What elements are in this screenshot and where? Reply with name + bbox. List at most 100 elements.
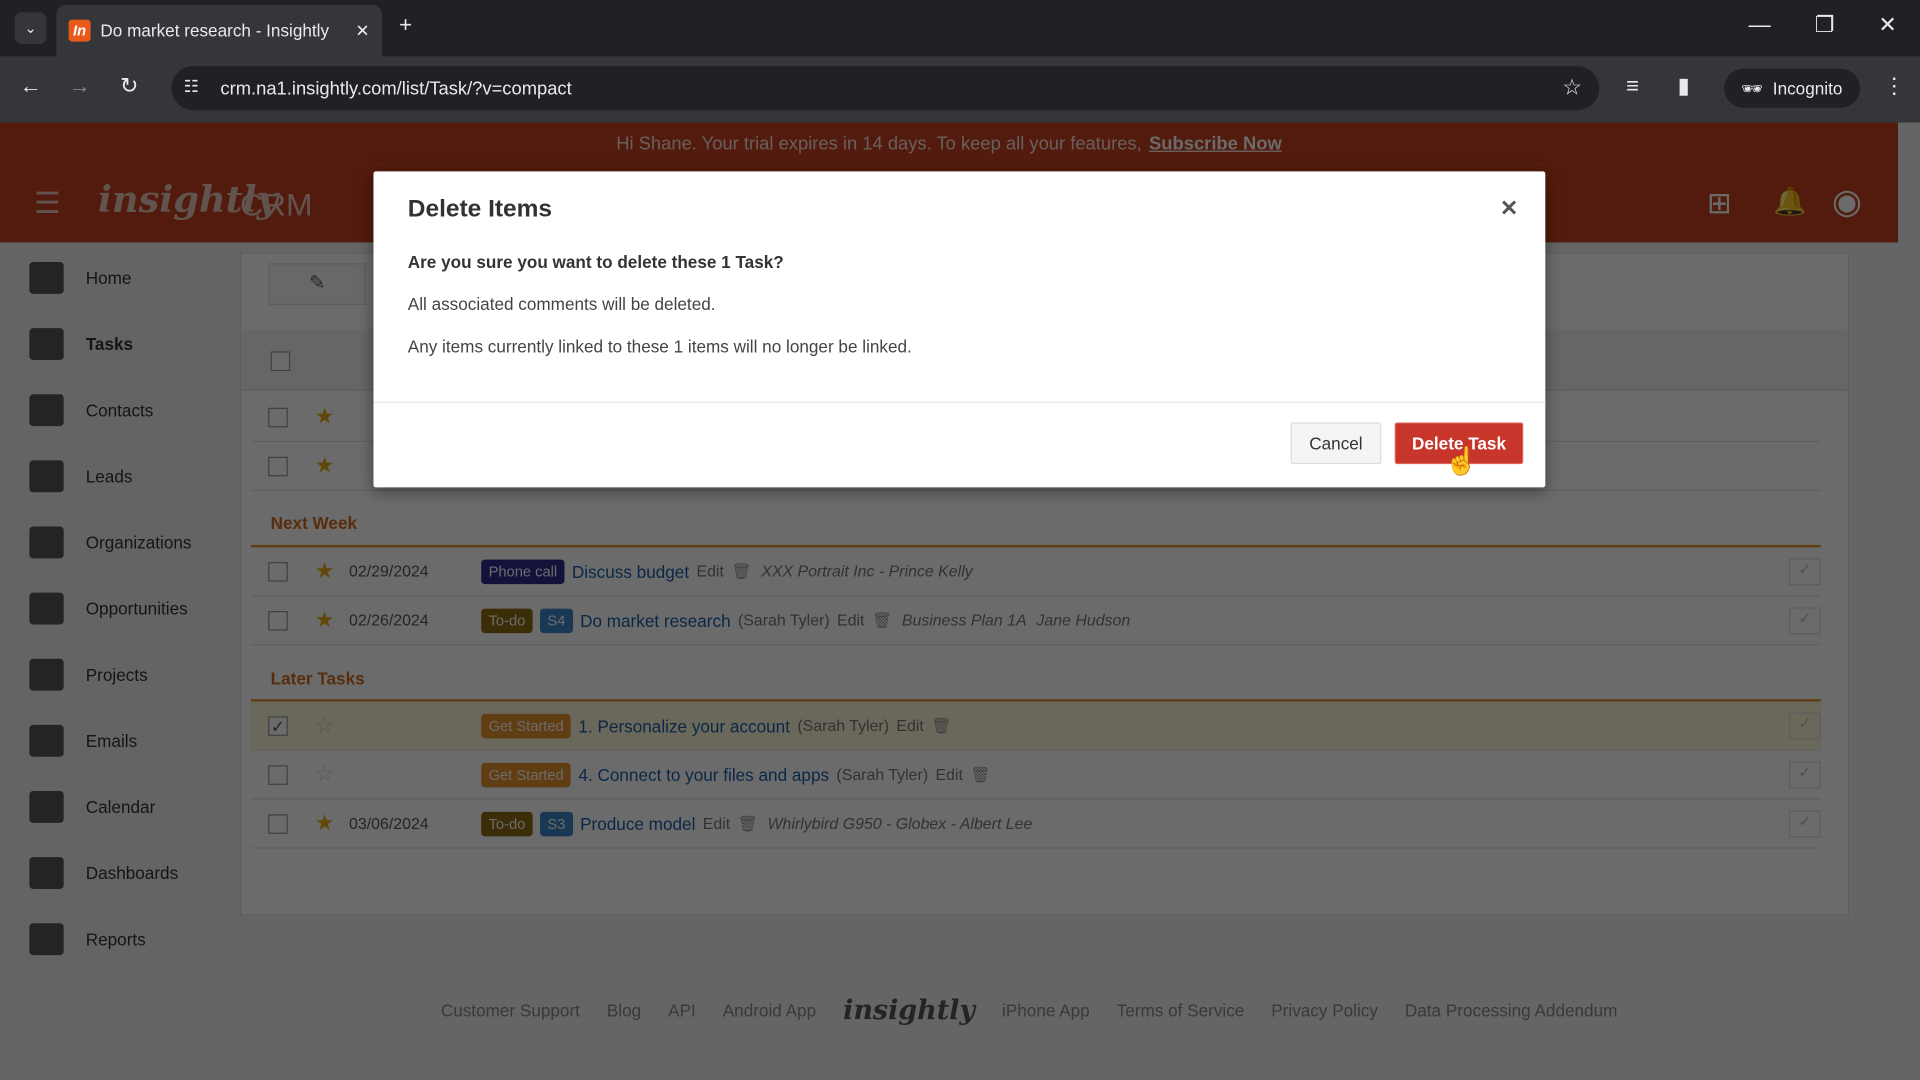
trash-icon[interactable]: 🗑 [872, 610, 892, 630]
close-tab-icon[interactable]: ✕ [355, 20, 369, 41]
complete-check-icon[interactable]: ✓ [1788, 606, 1821, 634]
bookmark-star-icon[interactable]: ☆ [1562, 75, 1582, 101]
bell-icon[interactable]: 🔔 [1773, 186, 1807, 218]
edit-link[interactable]: Edit [896, 716, 923, 734]
cancel-button[interactable]: Cancel [1290, 422, 1382, 465]
task-checkbox[interactable] [268, 407, 288, 427]
sidebar-item-tasks[interactable]: Tasks [29, 326, 133, 363]
tab-search-button[interactable]: ⌄ [14, 12, 47, 45]
task-date: 03/06/2024 [348, 814, 429, 833]
sidebar-item-emails[interactable]: Emails [29, 722, 137, 759]
opportunities-icon [29, 592, 64, 625]
sidebar-item-label: Emails [85, 731, 138, 751]
task-row[interactable]: ☆ Get Started 4. Connect to your files and… [251, 751, 1821, 800]
task-checkbox[interactable] [268, 610, 288, 631]
address-bar[interactable]: ☷ crm.na1.insightly.com/list/Task/?v=com… [171, 66, 1600, 111]
star-icon[interactable]: ★ [315, 558, 349, 584]
contacts-icon [29, 394, 64, 427]
subscribe-link[interactable]: Subscribe Now [1149, 133, 1282, 154]
sidebar-item-home[interactable]: Home [29, 260, 131, 297]
edit-link[interactable]: Edit [703, 814, 730, 832]
task-title-link[interactable]: 1. Personalize your account [578, 716, 790, 736]
complete-check-icon[interactable]: ✓ [1788, 810, 1821, 837]
star-icon[interactable]: ☆ [315, 713, 349, 739]
star-icon[interactable]: ★ [315, 404, 349, 430]
linked-record-link[interactable]: XXX Portrait Inc - Prince Kelly [761, 562, 972, 580]
back-icon[interactable]: ← [20, 73, 42, 99]
minimize-icon[interactable]: — [1749, 12, 1771, 38]
close-dialog-icon[interactable]: ✕ [1500, 196, 1518, 222]
footer-link[interactable]: API [668, 1000, 696, 1020]
complete-check-icon[interactable]: ✓ [1788, 557, 1821, 585]
task-checkbox[interactable]: ✓ [268, 715, 288, 736]
task-title-link[interactable]: Produce model [580, 814, 695, 834]
user-avatar-icon[interactable]: ◉ [1832, 181, 1862, 221]
star-icon[interactable]: ★ [315, 453, 349, 479]
close-window-icon[interactable]: ✕ [1878, 12, 1896, 38]
emails-icon [29, 724, 64, 757]
task-checkbox[interactable] [268, 764, 288, 785]
task-row[interactable]: ★ 03/06/2024 To-do S3 Produce model Edit 🗑 Whir… [251, 800, 1821, 849]
trash-icon[interactable]: 🗑 [931, 716, 951, 736]
edit-link[interactable]: Edit [696, 562, 723, 580]
sidebar: Home Tasks Contacts Leads Organizations Oppor… [0, 242, 239, 1080]
trash-icon[interactable]: 🗑 [970, 765, 990, 785]
linked-record-link[interactable]: Business Plan 1A [902, 611, 1027, 629]
task-row[interactable]: ★ 02/29/2024 Phone call Discuss budget Edit 🗑… [251, 547, 1821, 597]
sidebar-item-dashboards[interactable]: Dashboards [29, 855, 178, 892]
star-icon[interactable]: ☆ [315, 762, 349, 788]
menu-kebab-icon[interactable]: ⋮ [1883, 73, 1905, 99]
sidebar-item-reports[interactable]: Reports [29, 921, 146, 958]
contact-link[interactable]: Jane Hudson [1036, 611, 1130, 629]
footer-link[interactable]: Terms of Service [1117, 1000, 1245, 1020]
trash-icon[interactable]: 🗑 [738, 814, 758, 834]
task-checkbox[interactable] [268, 561, 288, 582]
task-title-link[interactable]: Discuss budget [572, 561, 689, 581]
sidebar-item-projects[interactable]: Projects [29, 656, 148, 693]
sidebar-item-contacts[interactable]: Contacts [29, 392, 153, 429]
linked-record-link[interactable]: Whirlybird G950 - Globex - Albert Lee [768, 814, 1033, 832]
site-info-icon[interactable]: ☷ [184, 76, 199, 97]
side-panel-icon[interactable]: ▮ [1678, 73, 1690, 99]
media-icon[interactable]: ≡ [1626, 73, 1639, 99]
reload-icon[interactable]: ↻ [120, 73, 138, 99]
footer-link[interactable]: Android App [723, 1000, 816, 1020]
task-row[interactable]: ★ 02/26/2024 To-do S4 Do market research (Sar… [251, 596, 1821, 646]
new-tab-icon[interactable]: + [399, 12, 412, 38]
footer-link[interactable]: Data Processing Addendum [1405, 1000, 1618, 1020]
footer-logo[interactable]: insightly [843, 994, 975, 1026]
footer-link[interactable]: iPhone App [1002, 1000, 1090, 1020]
complete-check-icon[interactable]: ✓ [1788, 712, 1821, 739]
sidebar-item-calendar[interactable]: Calendar [29, 789, 155, 826]
edit-pencil-button[interactable]: ✎ [268, 263, 367, 305]
edit-link[interactable]: Edit [837, 611, 864, 629]
delete-items-dialog: Delete Items ✕ Are you sure you want to … [373, 171, 1546, 488]
trash-icon[interactable]: 🗑 [731, 561, 751, 581]
incognito-indicator[interactable]: 🕶 Incognito [1724, 68, 1860, 108]
star-icon[interactable]: ★ [315, 811, 349, 837]
task-row[interactable]: ✓ ☆ Get Started 1. Personalize your account… [251, 701, 1821, 751]
star-icon[interactable]: ★ [315, 607, 349, 633]
home-icon [29, 262, 64, 294]
restore-icon[interactable]: ❐ [1815, 12, 1835, 38]
footer-link[interactable]: Blog [607, 1000, 641, 1020]
group-later-tasks[interactable]: Later Tasks [271, 669, 365, 689]
add-icon[interactable]: ⊞ [1707, 186, 1732, 222]
forward-icon[interactable]: → [69, 73, 91, 99]
complete-check-icon[interactable]: ✓ [1788, 761, 1821, 788]
sidebar-item-label: Contacts [85, 400, 154, 421]
edit-link[interactable]: Edit [935, 765, 962, 783]
sidebar-item-leads[interactable]: Leads [29, 458, 132, 495]
task-title-link[interactable]: Do market research [580, 610, 731, 630]
footer-link[interactable]: Privacy Policy [1271, 1000, 1378, 1020]
hamburger-menu-icon[interactable]: ☰ [34, 186, 60, 222]
select-all-checkbox[interactable] [270, 351, 291, 372]
sidebar-item-organizations[interactable]: Organizations [29, 524, 192, 561]
sidebar-item-opportunities[interactable]: Opportunities [29, 590, 188, 627]
footer-link[interactable]: Customer Support [441, 1000, 580, 1020]
task-title-link[interactable]: 4. Connect to your files and apps [578, 765, 829, 785]
group-next-week[interactable]: Next Week [271, 513, 357, 533]
task-checkbox[interactable] [268, 813, 288, 834]
task-checkbox[interactable] [268, 456, 288, 476]
browser-tab[interactable]: In Do market research - Insightly ✕ [56, 4, 383, 57]
